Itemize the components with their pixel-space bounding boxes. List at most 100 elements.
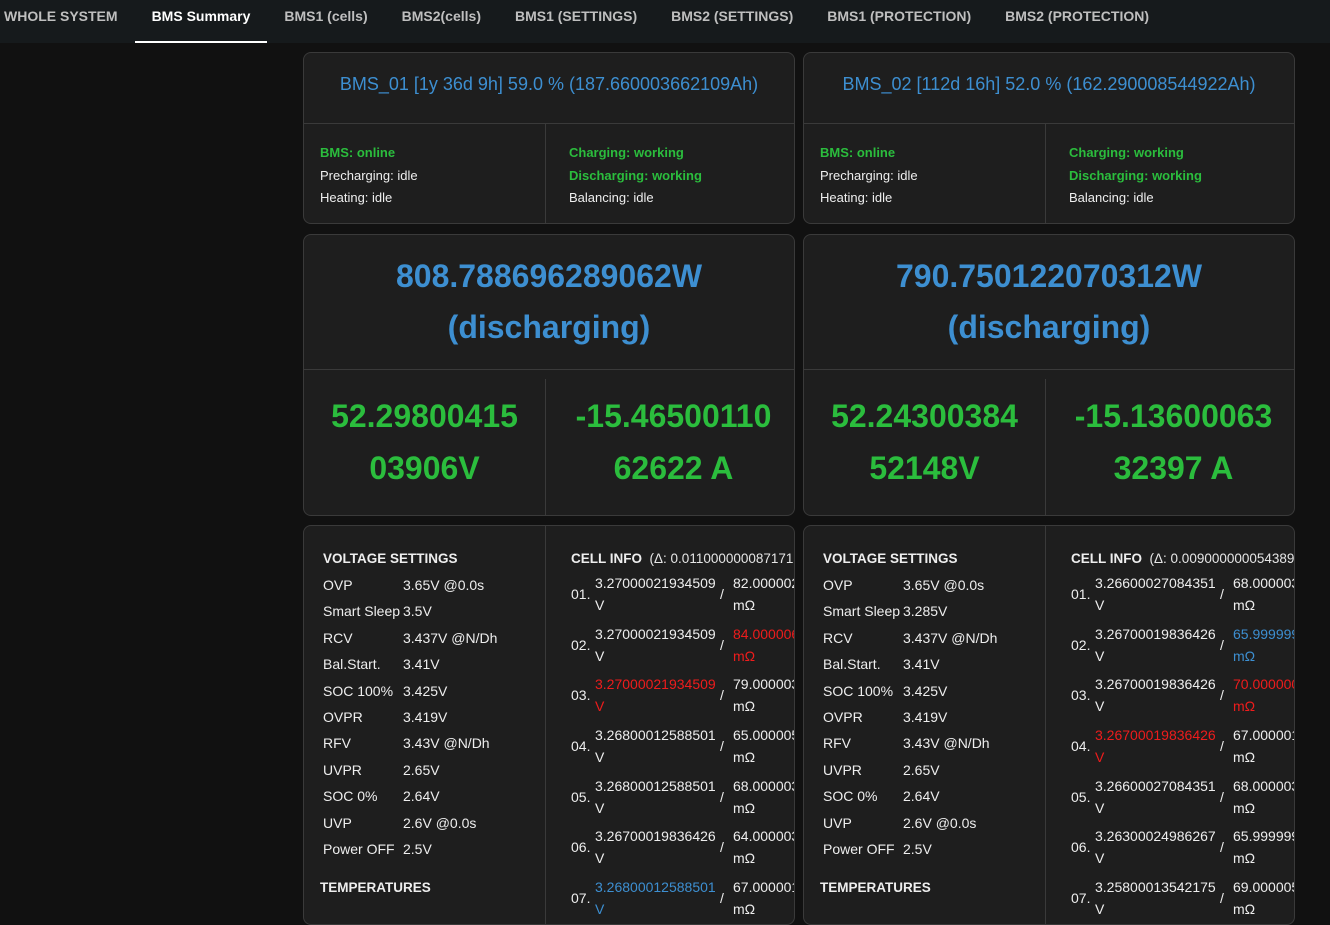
current-line1: -15.46500110 — [575, 398, 772, 434]
setting-key: RFV — [823, 735, 851, 752]
tab-bms2-cells[interactable]: BMS2(cells) — [385, 0, 498, 32]
cell-resistance: 65.000005 mΩ — [733, 727, 795, 766]
setting-row: Bal.Start. 3.41V — [823, 651, 1044, 677]
power-value: 808.788696289062W — [395, 258, 703, 294]
setting-value: 2.64V — [403, 788, 440, 805]
tab-bms2-settings[interactable]: BMS2 (SETTINGS) — [654, 0, 810, 32]
cell-index: 03. — [571, 687, 591, 704]
cell-row: 01. 3.26600027084351 V/ 68.000003 mΩ — [1071, 572, 1294, 623]
bms2-cell-info: CELL INFO (Δ: 0.00900000005438923 01. 3.2… — [1053, 526, 1295, 924]
cell-info-header: CELL INFO (Δ: 0.0110000000871717 — [571, 546, 794, 572]
bms1-status-panel: BMS_01 [1y 36d 9h] 59.0 % (187.660003662… — [303, 52, 795, 224]
setting-value: 3.419V — [403, 708, 448, 725]
bms2-status-panel: BMS_02 [112d 16h] 52.0 % (162.2900085449… — [803, 52, 1295, 224]
setting-value: 3.285V — [903, 603, 948, 620]
setting-row: UVPR 2.65V — [323, 757, 544, 783]
cell-separator: / — [720, 788, 724, 805]
cell-resistance: 84.000006 mΩ — [733, 625, 795, 664]
bms2-power-panel: 790.750122070312W (discharging) 52.24300… — [803, 234, 1295, 516]
cell-index: 07. — [571, 890, 591, 907]
tab-bms1-settings[interactable]: BMS1 (SETTINGS) — [498, 0, 654, 32]
tab-bms-summary[interactable]: BMS Summary — [134, 0, 268, 43]
setting-value: 3.43V @N/Dh — [403, 735, 490, 752]
setting-row: Smart Sleep 3.285V — [823, 598, 1044, 624]
cell-separator: / — [1220, 890, 1224, 907]
setting-key: Power OFF — [823, 840, 895, 857]
setting-row: UVPR 2.65V — [823, 757, 1044, 783]
divider — [545, 526, 546, 924]
heating-status: Heating: idle — [820, 190, 893, 205]
cell-index: 03. — [1071, 687, 1091, 704]
bms1-cell-info: CELL INFO (Δ: 0.0110000000871717 01. 3.27… — [553, 526, 795, 924]
voltage-settings-title: VOLTAGE SETTINGS — [823, 551, 958, 566]
bms1-voltage-settings: VOLTAGE SETTINGS OVP 3.65V @0.0s Smart Sl… — [304, 526, 544, 862]
cell-voltage: 3.27000021934509 V — [595, 625, 716, 664]
cell-resistance: 65.999999 mΩ — [1233, 625, 1295, 664]
cell-voltage: 3.26600027084351 V — [1095, 777, 1216, 816]
cell-voltage: 3.26800012588501 V — [595, 777, 716, 816]
cell-row: 06. 3.26300024986267 V/ 65.999999 mΩ — [1071, 825, 1294, 876]
temperatures-title: TEMPERATURES — [820, 880, 931, 895]
setting-key: RFV — [323, 735, 351, 752]
current-line1: -15.13600063 — [1074, 398, 1273, 434]
setting-key: Smart Sleep — [823, 603, 901, 620]
cell-index: 05. — [571, 788, 591, 805]
setting-row: Power OFF 2.5V — [323, 836, 544, 862]
cell-voltage: 3.26700019836426 V — [595, 828, 716, 867]
setting-value: 3.65V @0.0s — [903, 577, 985, 593]
cell-index: 06. — [1071, 839, 1091, 856]
bms2-power-readout: 790.750122070312W (discharging) — [804, 235, 1294, 369]
cell-voltage: 3.26700019836426 V — [1095, 727, 1216, 766]
cell-resistance: 67.000001 mΩ — [1233, 727, 1295, 766]
setting-value: 2.5V — [903, 840, 932, 857]
divider — [545, 379, 546, 515]
current-line2: 62622 A — [613, 450, 734, 486]
cell-row: 05. 3.26600027084351 V/ 68.000003 mΩ — [1071, 775, 1294, 826]
setting-key: UVPR — [323, 761, 362, 778]
bms1-title: BMS_01 [1y 36d 9h] 59.0 % (187.660003662… — [339, 73, 759, 94]
balancing-status: Balancing: idle — [1069, 190, 1154, 205]
setting-key: UVP — [323, 814, 352, 831]
setting-row: SOC 0% 2.64V — [323, 783, 544, 809]
temperatures-title: TEMPERATURES — [320, 880, 431, 895]
precharging-status: Precharging: idle — [820, 167, 918, 183]
cell-row: 04. 3.26800012588501 V/ 65.000005 mΩ — [571, 724, 795, 775]
cell-separator: / — [720, 839, 724, 856]
bms1-status-left: BMS: online Precharging: idle Heating: i… — [304, 123, 545, 223]
tab-bms2-protection[interactable]: BMS2 (PROTECTION) — [988, 0, 1166, 32]
cell-separator: / — [1220, 788, 1224, 805]
setting-key: UVP — [823, 814, 852, 831]
cell-voltage: 3.25800013542175 V — [1095, 879, 1216, 918]
setting-value: 3.425V — [403, 682, 448, 699]
bms1-status-right: Charging: working Discharging: working B… — [553, 123, 794, 223]
bms2-voltage: 52.24300384 52148V — [804, 369, 1045, 515]
cell-row: 07. 3.26800012588501 V/ 67.000001 mΩ — [571, 876, 794, 924]
setting-value: 3.437V @N/Dh — [903, 629, 998, 646]
setting-row: SOC 100% 3.425V — [323, 678, 544, 704]
cell-voltage: 3.26600027084351 V — [1095, 575, 1216, 613]
tab-bms1-cells[interactable]: BMS1 (cells) — [267, 0, 384, 32]
cell-index: 01. — [1071, 586, 1091, 602]
cell-index: 02. — [1071, 636, 1091, 653]
setting-key: Bal.Start. — [823, 656, 881, 673]
cell-separator: / — [1220, 586, 1224, 602]
cell-separator: / — [1220, 839, 1224, 856]
setting-value: 2.5V — [403, 840, 432, 857]
setting-key: Bal.Start. — [323, 656, 381, 673]
setting-value: 3.65V @0.0s — [403, 577, 485, 593]
cell-separator: / — [1220, 687, 1224, 704]
setting-row: Bal.Start. 3.41V — [323, 651, 544, 677]
cell-row: 01. 3.27000021934509 V/ 82.000002 mΩ — [571, 572, 794, 623]
setting-value: 2.65V — [903, 761, 940, 778]
bms1-power-readout: 808.788696289062W (discharging) — [304, 235, 794, 369]
setting-row: RFV 3.43V @N/Dh — [823, 730, 1044, 756]
cell-row: 04. 3.26700019836426 V/ 67.000001 mΩ — [1071, 724, 1295, 775]
setting-row: OVPR 3.419V — [323, 704, 544, 730]
cell-delta: (Δ: 0.00900000005438923 — [1149, 551, 1295, 566]
setting-row: Smart Sleep 3.5V — [323, 598, 544, 624]
tab-bms1-protection[interactable]: BMS1 (PROTECTION) — [810, 0, 988, 32]
setting-key: RCV — [323, 629, 353, 646]
setting-key: SOC 0% — [323, 788, 378, 805]
tab-whole-system[interactable]: WHOLE SYSTEM — [0, 0, 135, 32]
bms-online-status: BMS: online — [820, 145, 896, 160]
